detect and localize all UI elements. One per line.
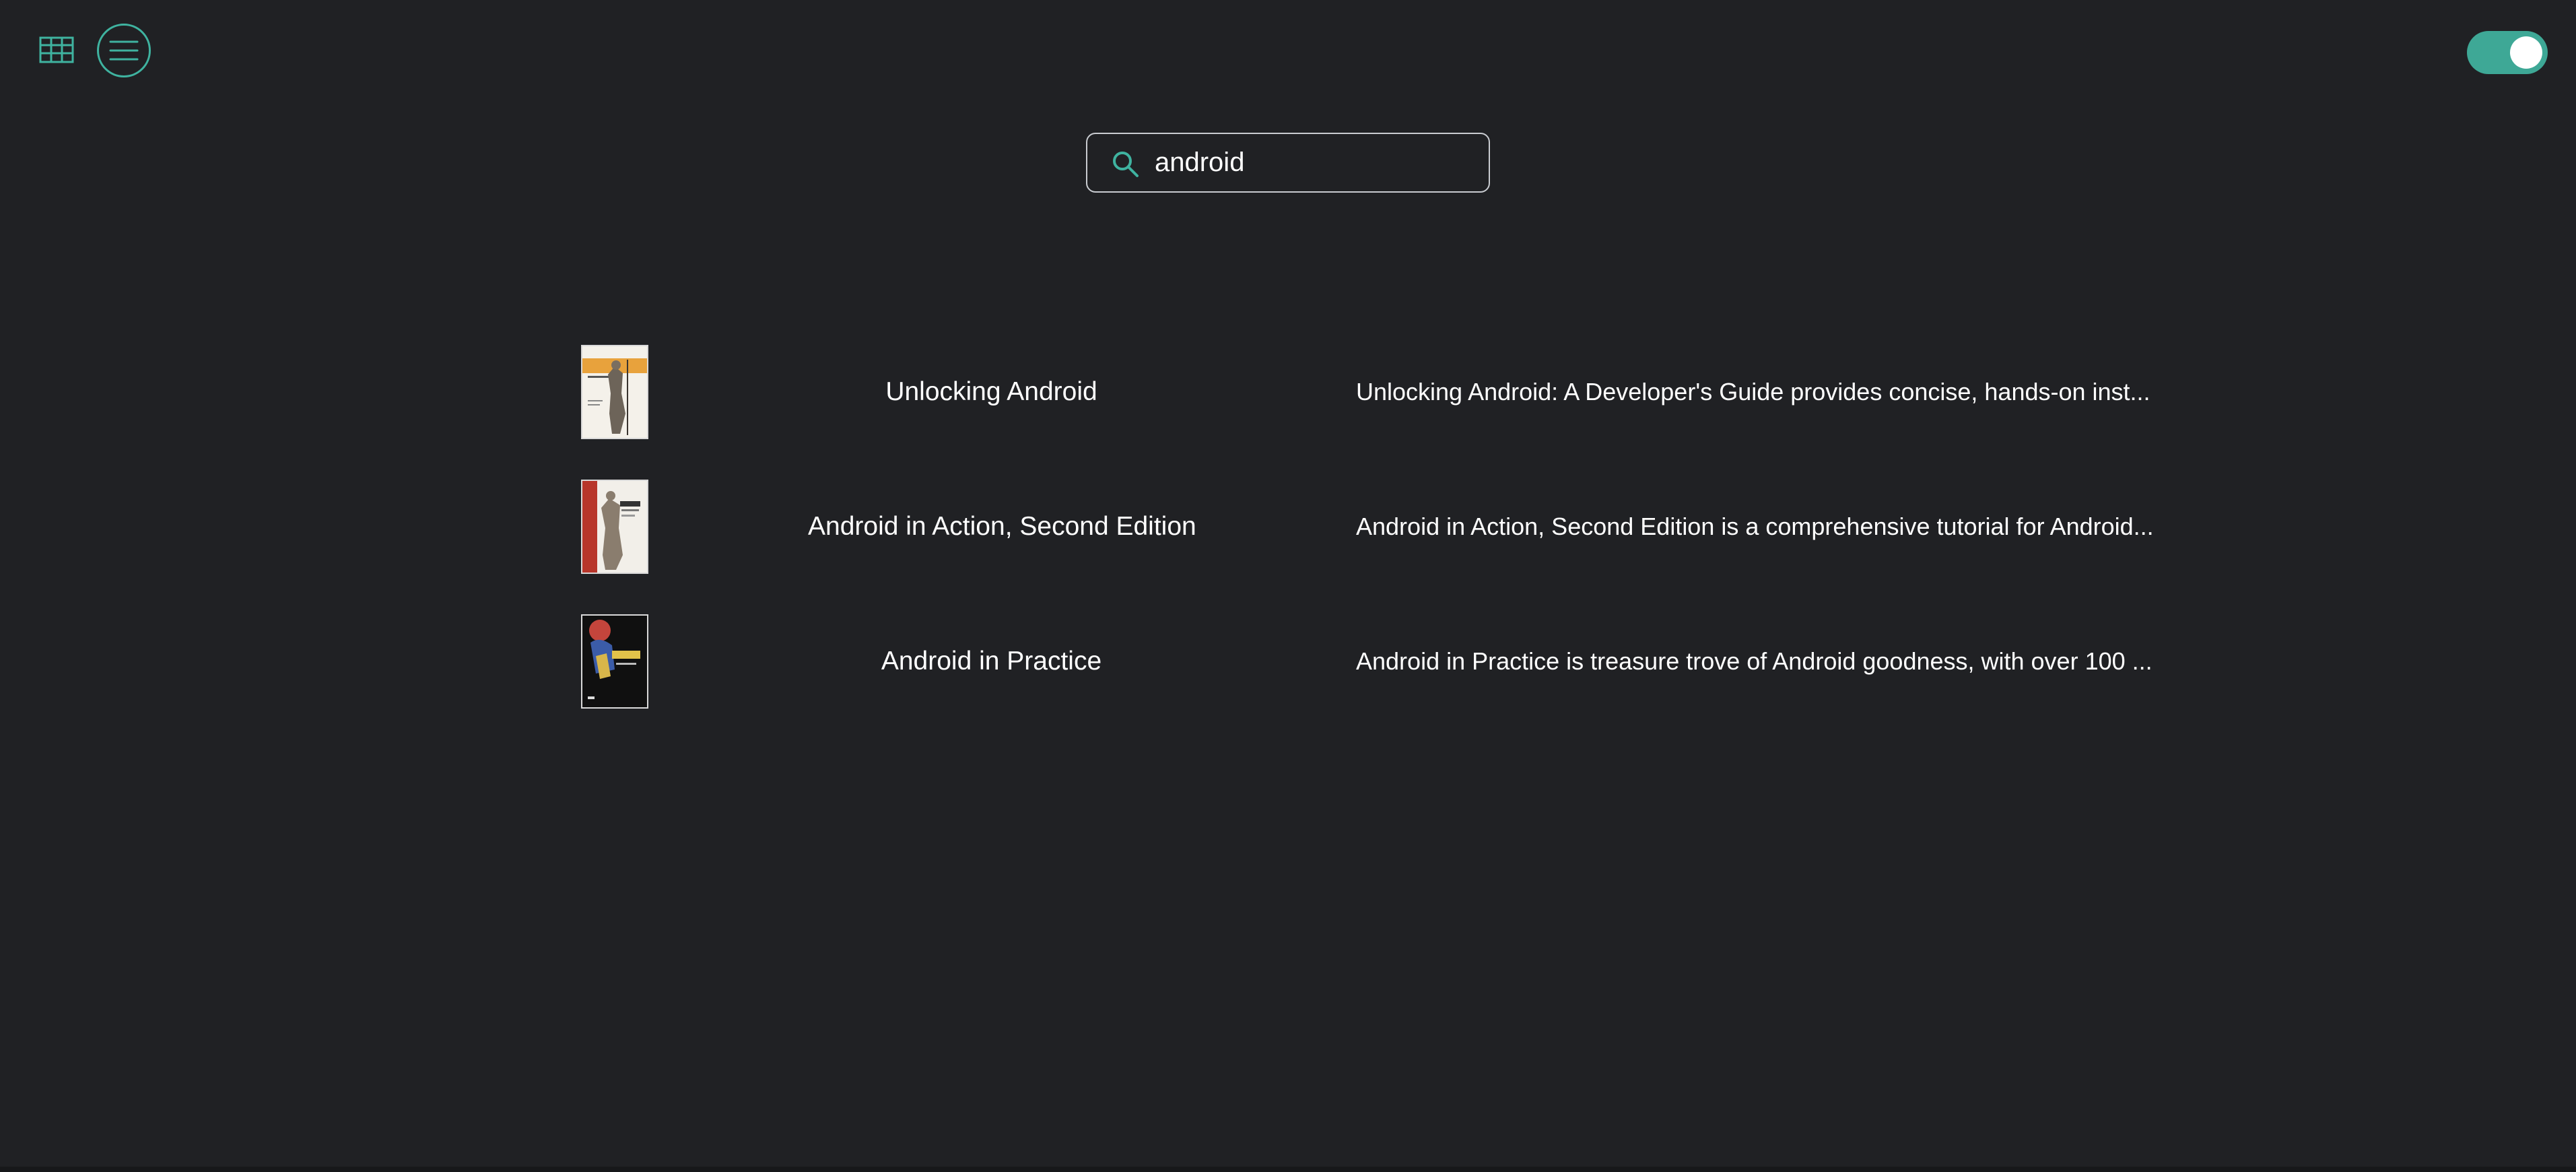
toggle-knob xyxy=(2510,36,2542,69)
book-cover-image[interactable] xyxy=(581,345,648,439)
theme-toggle[interactable] xyxy=(2467,31,2548,74)
app-page: Unlocking Android Unlocking Android: A D… xyxy=(0,0,2576,1172)
book-description: Android in Practice is treasure trove of… xyxy=(1356,647,2153,675)
search-input[interactable] xyxy=(1155,134,1471,191)
book-cover-image[interactable] xyxy=(581,614,648,709)
book-cover-image[interactable] xyxy=(581,480,648,574)
book-title[interactable]: Unlocking Android xyxy=(808,345,1175,439)
hamburger-menu-icon xyxy=(109,40,139,61)
result-row[interactable]: Unlocking Android Unlocking Android: A D… xyxy=(579,345,2181,439)
result-row[interactable]: Android in Action, Second Edition Androi… xyxy=(579,480,2181,574)
book-description: Android in Action, Second Edition is a c… xyxy=(1356,513,2154,540)
menu-button[interactable] xyxy=(97,24,151,77)
book-description: Unlocking Android: A Developer's Guide p… xyxy=(1356,378,2150,405)
book-title[interactable]: Android in Action, Second Edition xyxy=(808,480,1196,574)
search-box[interactable] xyxy=(1086,133,1490,193)
bottom-border xyxy=(0,1167,2576,1172)
book-title[interactable]: Android in Practice xyxy=(808,614,1175,709)
search-icon xyxy=(1113,152,1139,177)
result-row[interactable]: Android in Practice Android in Practice … xyxy=(579,614,2181,709)
grid-view-icon[interactable] xyxy=(39,36,74,63)
